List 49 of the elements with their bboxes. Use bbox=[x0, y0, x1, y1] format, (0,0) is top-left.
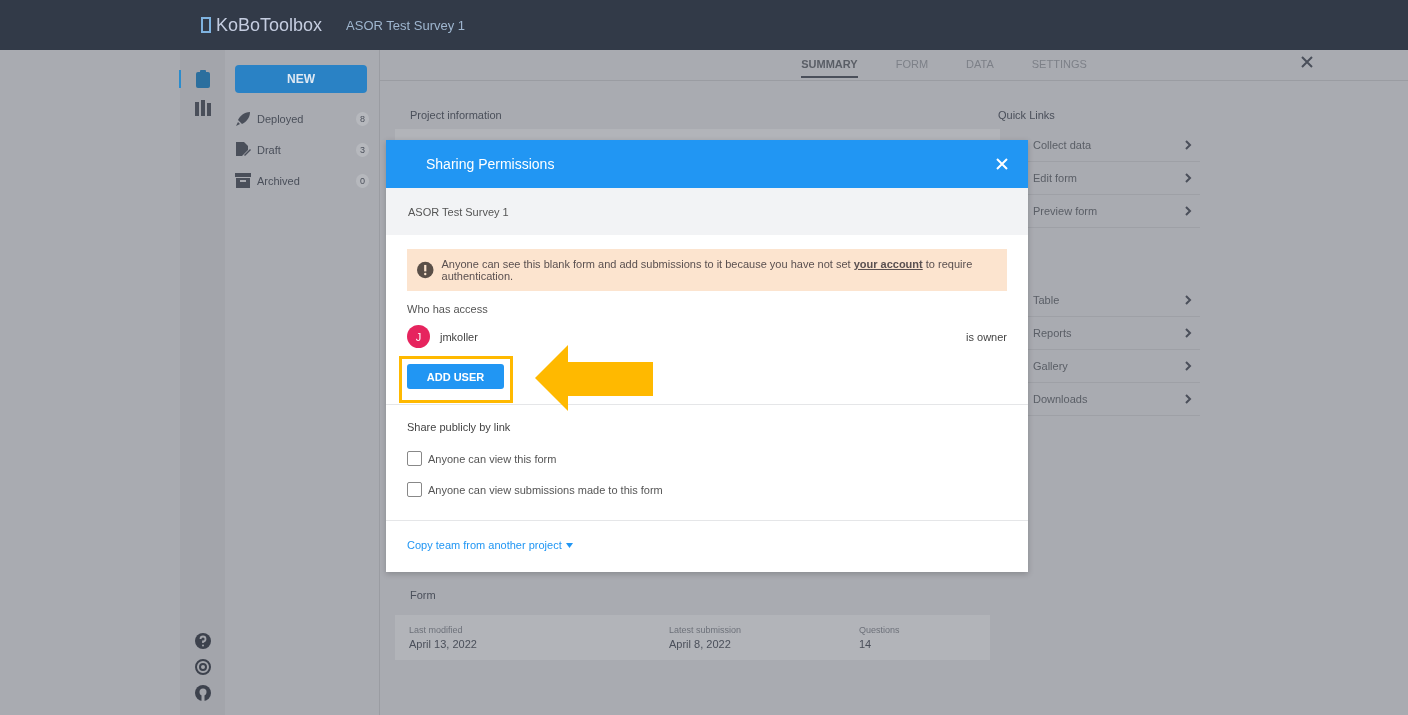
checkbox-label: Anyone can view this form bbox=[428, 452, 557, 465]
stat-value: April 13, 2022 bbox=[409, 638, 478, 650]
stat-value: 14 bbox=[859, 638, 873, 650]
close-icon[interactable] bbox=[1301, 56, 1313, 68]
user-role: is owner bbox=[966, 330, 1007, 343]
add-user-button[interactable]: ADD USER bbox=[407, 364, 504, 389]
count-badge: 3 bbox=[356, 142, 369, 157]
logo[interactable]: KoBoToolbox bbox=[200, 14, 323, 36]
project-title: ASOR Test Survey 1 bbox=[346, 17, 466, 33]
section-heading: Who has access bbox=[407, 303, 489, 315]
chevron-right-icon bbox=[1185, 295, 1192, 305]
section-heading: Share publicly by link bbox=[407, 421, 512, 433]
stat-label: Last modified bbox=[409, 625, 464, 635]
count-badge: 0 bbox=[356, 173, 369, 188]
new-button[interactable]: NEW bbox=[235, 65, 367, 93]
checkbox-label: Anyone can view submissions made to this form bbox=[428, 483, 663, 496]
checkbox[interactable] bbox=[407, 482, 422, 497]
document-pen-icon bbox=[235, 141, 251, 158]
help-icon[interactable] bbox=[194, 633, 211, 649]
clipboard-icon[interactable] bbox=[194, 70, 211, 88]
tab[interactable]: SUMMARY bbox=[801, 52, 858, 78]
dialog-title: Sharing Permissions bbox=[426, 156, 555, 172]
sidebar-item[interactable]: Deployed bbox=[257, 112, 350, 125]
warning-text: Anyone can see this blank form and add submissions to it because you have not set your account to require authentication. bbox=[441, 258, 974, 282]
archive-box-icon bbox=[235, 173, 251, 188]
warning-icon bbox=[417, 261, 434, 279]
section-heading: Form bbox=[410, 589, 437, 601]
sidebar-item[interactable]: Archived bbox=[257, 174, 350, 187]
chevron-right-icon bbox=[1185, 206, 1192, 216]
project-name: ASOR Test Survey 1 bbox=[408, 205, 509, 218]
chevron-right-icon bbox=[1185, 328, 1192, 338]
books-icon[interactable] bbox=[194, 100, 211, 116]
username: jmkoller bbox=[440, 330, 479, 343]
section-heading: Quick Links bbox=[998, 109, 1056, 121]
section-heading: Project information bbox=[410, 109, 503, 121]
caret-down-icon bbox=[565, 542, 573, 548]
stat-value: April 8, 2022 bbox=[669, 638, 732, 650]
sidebar-item[interactable]: Draft bbox=[257, 143, 350, 156]
close-button[interactable] bbox=[996, 158, 1008, 170]
avatar: J bbox=[407, 325, 430, 348]
stat-label: Questions bbox=[859, 625, 900, 635]
stat-label: Latest submission bbox=[669, 625, 743, 635]
chevron-right-icon bbox=[1185, 173, 1192, 183]
copy-team-link[interactable]: Copy team from another project bbox=[407, 539, 573, 551]
count-badge: 8 bbox=[356, 111, 369, 126]
chevron-right-icon bbox=[1185, 140, 1192, 150]
chevron-right-icon bbox=[1185, 394, 1192, 404]
checkbox[interactable] bbox=[407, 451, 422, 466]
chevron-right-icon bbox=[1185, 361, 1192, 371]
